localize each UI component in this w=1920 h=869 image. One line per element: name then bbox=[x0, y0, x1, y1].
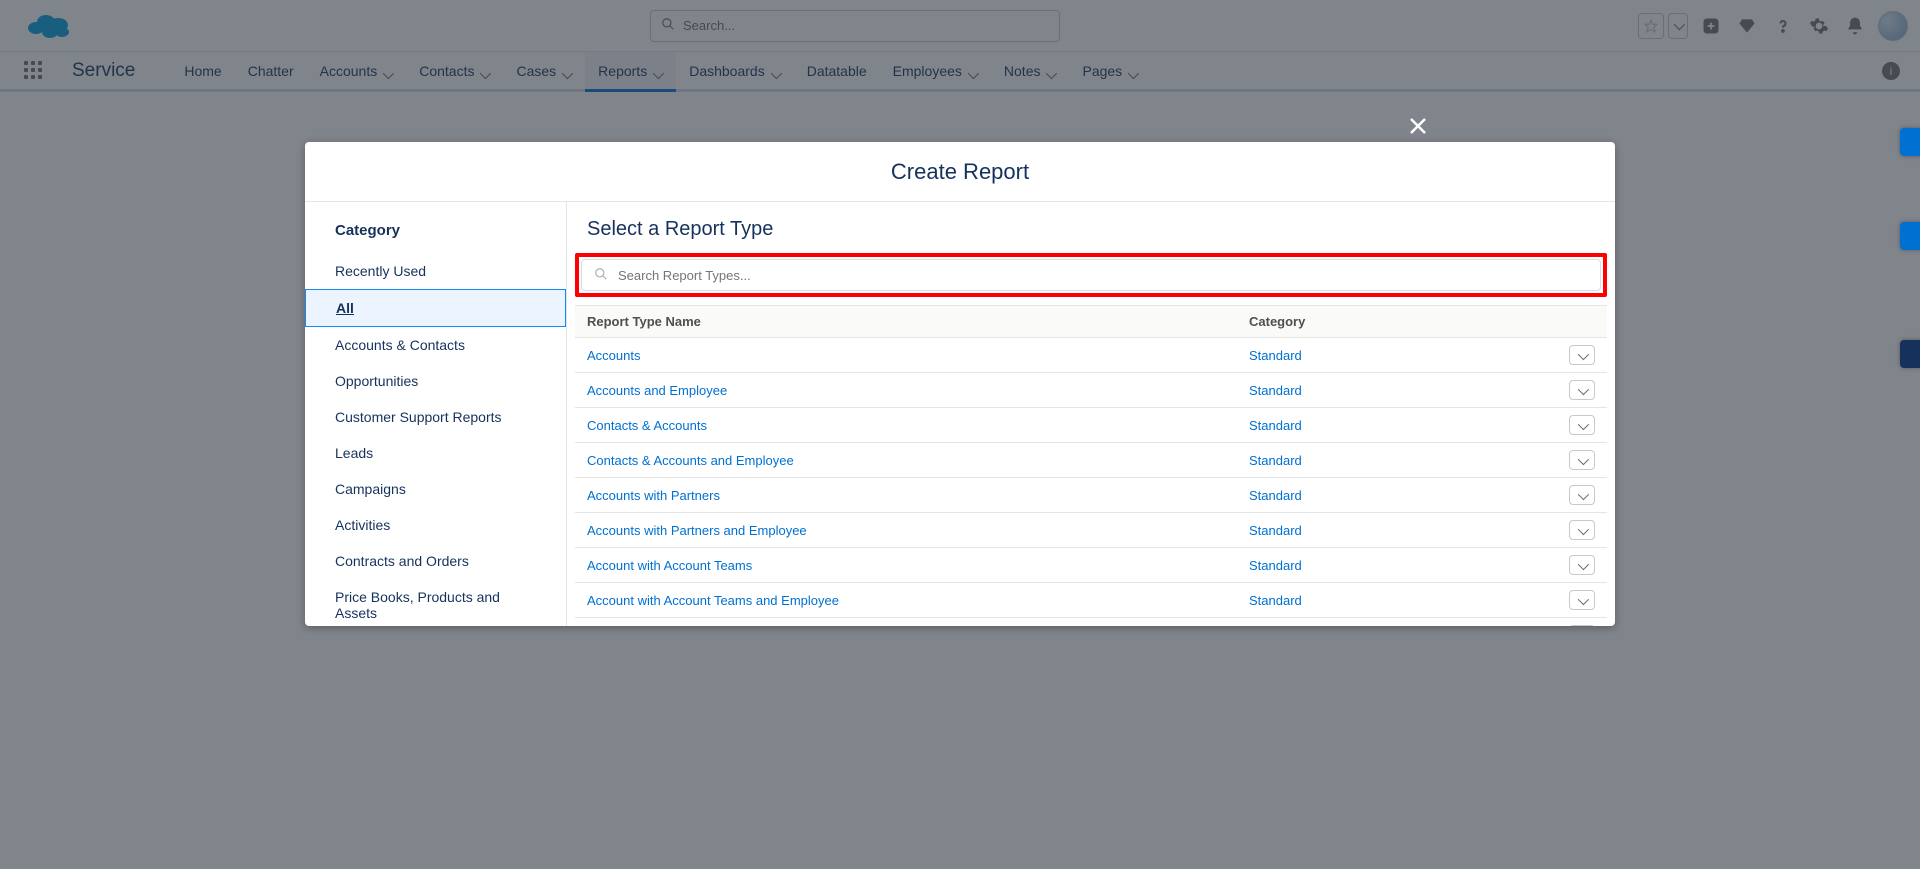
category-item-label: All bbox=[336, 300, 354, 316]
report-type-category: Standard bbox=[1237, 373, 1557, 408]
highlighted-search-region bbox=[575, 253, 1607, 297]
docked-panel-3[interactable] bbox=[1900, 340, 1920, 368]
report-type-category: Standard bbox=[1237, 338, 1557, 373]
chevron-down-icon bbox=[1578, 558, 1586, 573]
row-action-button[interactable] bbox=[1569, 485, 1595, 505]
table-row[interactable]: Accounts with PartnersStandard bbox=[575, 478, 1607, 513]
report-type-name[interactable]: Contacts & Accounts and Employee bbox=[575, 443, 1237, 478]
category-heading: Category bbox=[305, 216, 566, 253]
row-action-button[interactable] bbox=[1569, 590, 1595, 610]
category-item[interactable]: Price Books, Products and Assets bbox=[305, 579, 566, 626]
report-type-name[interactable]: Accounts bbox=[575, 338, 1237, 373]
report-type-category: Standard bbox=[1237, 513, 1557, 548]
report-type-category: Standard bbox=[1237, 548, 1557, 583]
chevron-down-icon bbox=[1578, 453, 1586, 468]
report-type-table: Report Type Name Category AccountsStanda… bbox=[575, 305, 1607, 626]
report-type-category: Standard bbox=[1237, 443, 1557, 478]
category-item[interactable]: Accounts & Contacts bbox=[305, 327, 566, 363]
category-item-label: Campaigns bbox=[335, 481, 406, 497]
category-item-label: Activities bbox=[335, 517, 390, 533]
chevron-down-icon bbox=[1578, 593, 1586, 608]
chevron-down-icon bbox=[1578, 488, 1586, 503]
report-type-name[interactable]: Accounts with Partners bbox=[575, 478, 1237, 513]
row-action-button[interactable] bbox=[1569, 625, 1595, 626]
search-report-types-input[interactable] bbox=[618, 268, 1588, 283]
table-row[interactable]: Contacts & Accounts and EmployeeStandard bbox=[575, 443, 1607, 478]
report-type-name[interactable]: Account with Account Teams and Employee bbox=[575, 583, 1237, 618]
col-report-type-name[interactable]: Report Type Name bbox=[575, 306, 1237, 338]
row-action-button[interactable] bbox=[1569, 380, 1595, 400]
report-type-name[interactable]: Accounts and Employee bbox=[575, 373, 1237, 408]
report-type-category: Standard bbox=[1237, 408, 1557, 443]
row-action-button[interactable] bbox=[1569, 415, 1595, 435]
search-icon bbox=[594, 267, 608, 284]
report-type-name[interactable]: Accounts with Partners and Employee bbox=[575, 513, 1237, 548]
row-action-button[interactable] bbox=[1569, 555, 1595, 575]
table-row[interactable]: Account with Account Teams and EmployeeS… bbox=[575, 583, 1607, 618]
create-report-modal: Create Report Category Recently Used All A… bbox=[305, 142, 1615, 626]
category-item-label: Price Books, Products and Assets bbox=[335, 589, 500, 621]
table-row[interactable]: Accounts with Contact RolesStandard bbox=[575, 618, 1607, 627]
report-type-name[interactable]: Contacts & Accounts bbox=[575, 408, 1237, 443]
col-category[interactable]: Category bbox=[1237, 306, 1557, 338]
row-action-button[interactable] bbox=[1569, 520, 1595, 540]
section-heading: Select a Report Type bbox=[567, 218, 1615, 253]
category-item-label: Contracts and Orders bbox=[335, 553, 469, 569]
category-item[interactable]: Leads bbox=[305, 435, 566, 471]
category-item[interactable]: Activities bbox=[305, 507, 566, 543]
category-item[interactable]: Customer Support Reports bbox=[305, 399, 566, 435]
report-type-category: Standard bbox=[1237, 478, 1557, 513]
report-type-category: Standard bbox=[1237, 618, 1557, 627]
category-item-label: Recently Used bbox=[335, 263, 426, 279]
category-item[interactable]: Recently Used bbox=[305, 253, 566, 289]
category-item[interactable]: All bbox=[305, 289, 566, 327]
category-item-label: Accounts & Contacts bbox=[335, 337, 465, 353]
chevron-down-icon bbox=[1578, 348, 1586, 363]
chevron-down-icon bbox=[1578, 523, 1586, 538]
report-type-name[interactable]: Accounts with Contact Roles bbox=[575, 618, 1237, 627]
category-sidebar: Category Recently Used All Accounts & Cont… bbox=[305, 202, 567, 626]
category-item[interactable]: Contracts and Orders bbox=[305, 543, 566, 579]
close-icon[interactable] bbox=[1402, 110, 1434, 142]
table-row[interactable]: Accounts and EmployeeStandard bbox=[575, 373, 1607, 408]
docked-panel-1[interactable] bbox=[1900, 128, 1920, 156]
search-report-types[interactable] bbox=[581, 259, 1601, 291]
chevron-down-icon bbox=[1578, 418, 1586, 433]
row-action-button[interactable] bbox=[1569, 450, 1595, 470]
modal-overlay: Create Report Category Recently Used All A… bbox=[0, 0, 1920, 869]
table-row[interactable]: Accounts with Partners and EmployeeStand… bbox=[575, 513, 1607, 548]
row-action-button[interactable] bbox=[1569, 345, 1595, 365]
modal-title: Create Report bbox=[305, 142, 1615, 202]
category-item-label: Leads bbox=[335, 445, 373, 461]
table-row[interactable]: AccountsStandard bbox=[575, 338, 1607, 373]
category-item-label: Customer Support Reports bbox=[335, 409, 502, 425]
chevron-down-icon bbox=[1578, 383, 1586, 398]
category-item[interactable]: Campaigns bbox=[305, 471, 566, 507]
category-item-label: Opportunities bbox=[335, 373, 418, 389]
table-row[interactable]: Contacts & AccountsStandard bbox=[575, 408, 1607, 443]
docked-panel-2[interactable] bbox=[1900, 222, 1920, 250]
category-item[interactable]: Opportunities bbox=[305, 363, 566, 399]
report-type-category: Standard bbox=[1237, 583, 1557, 618]
report-type-name[interactable]: Account with Account Teams bbox=[575, 548, 1237, 583]
table-row[interactable]: Account with Account TeamsStandard bbox=[575, 548, 1607, 583]
